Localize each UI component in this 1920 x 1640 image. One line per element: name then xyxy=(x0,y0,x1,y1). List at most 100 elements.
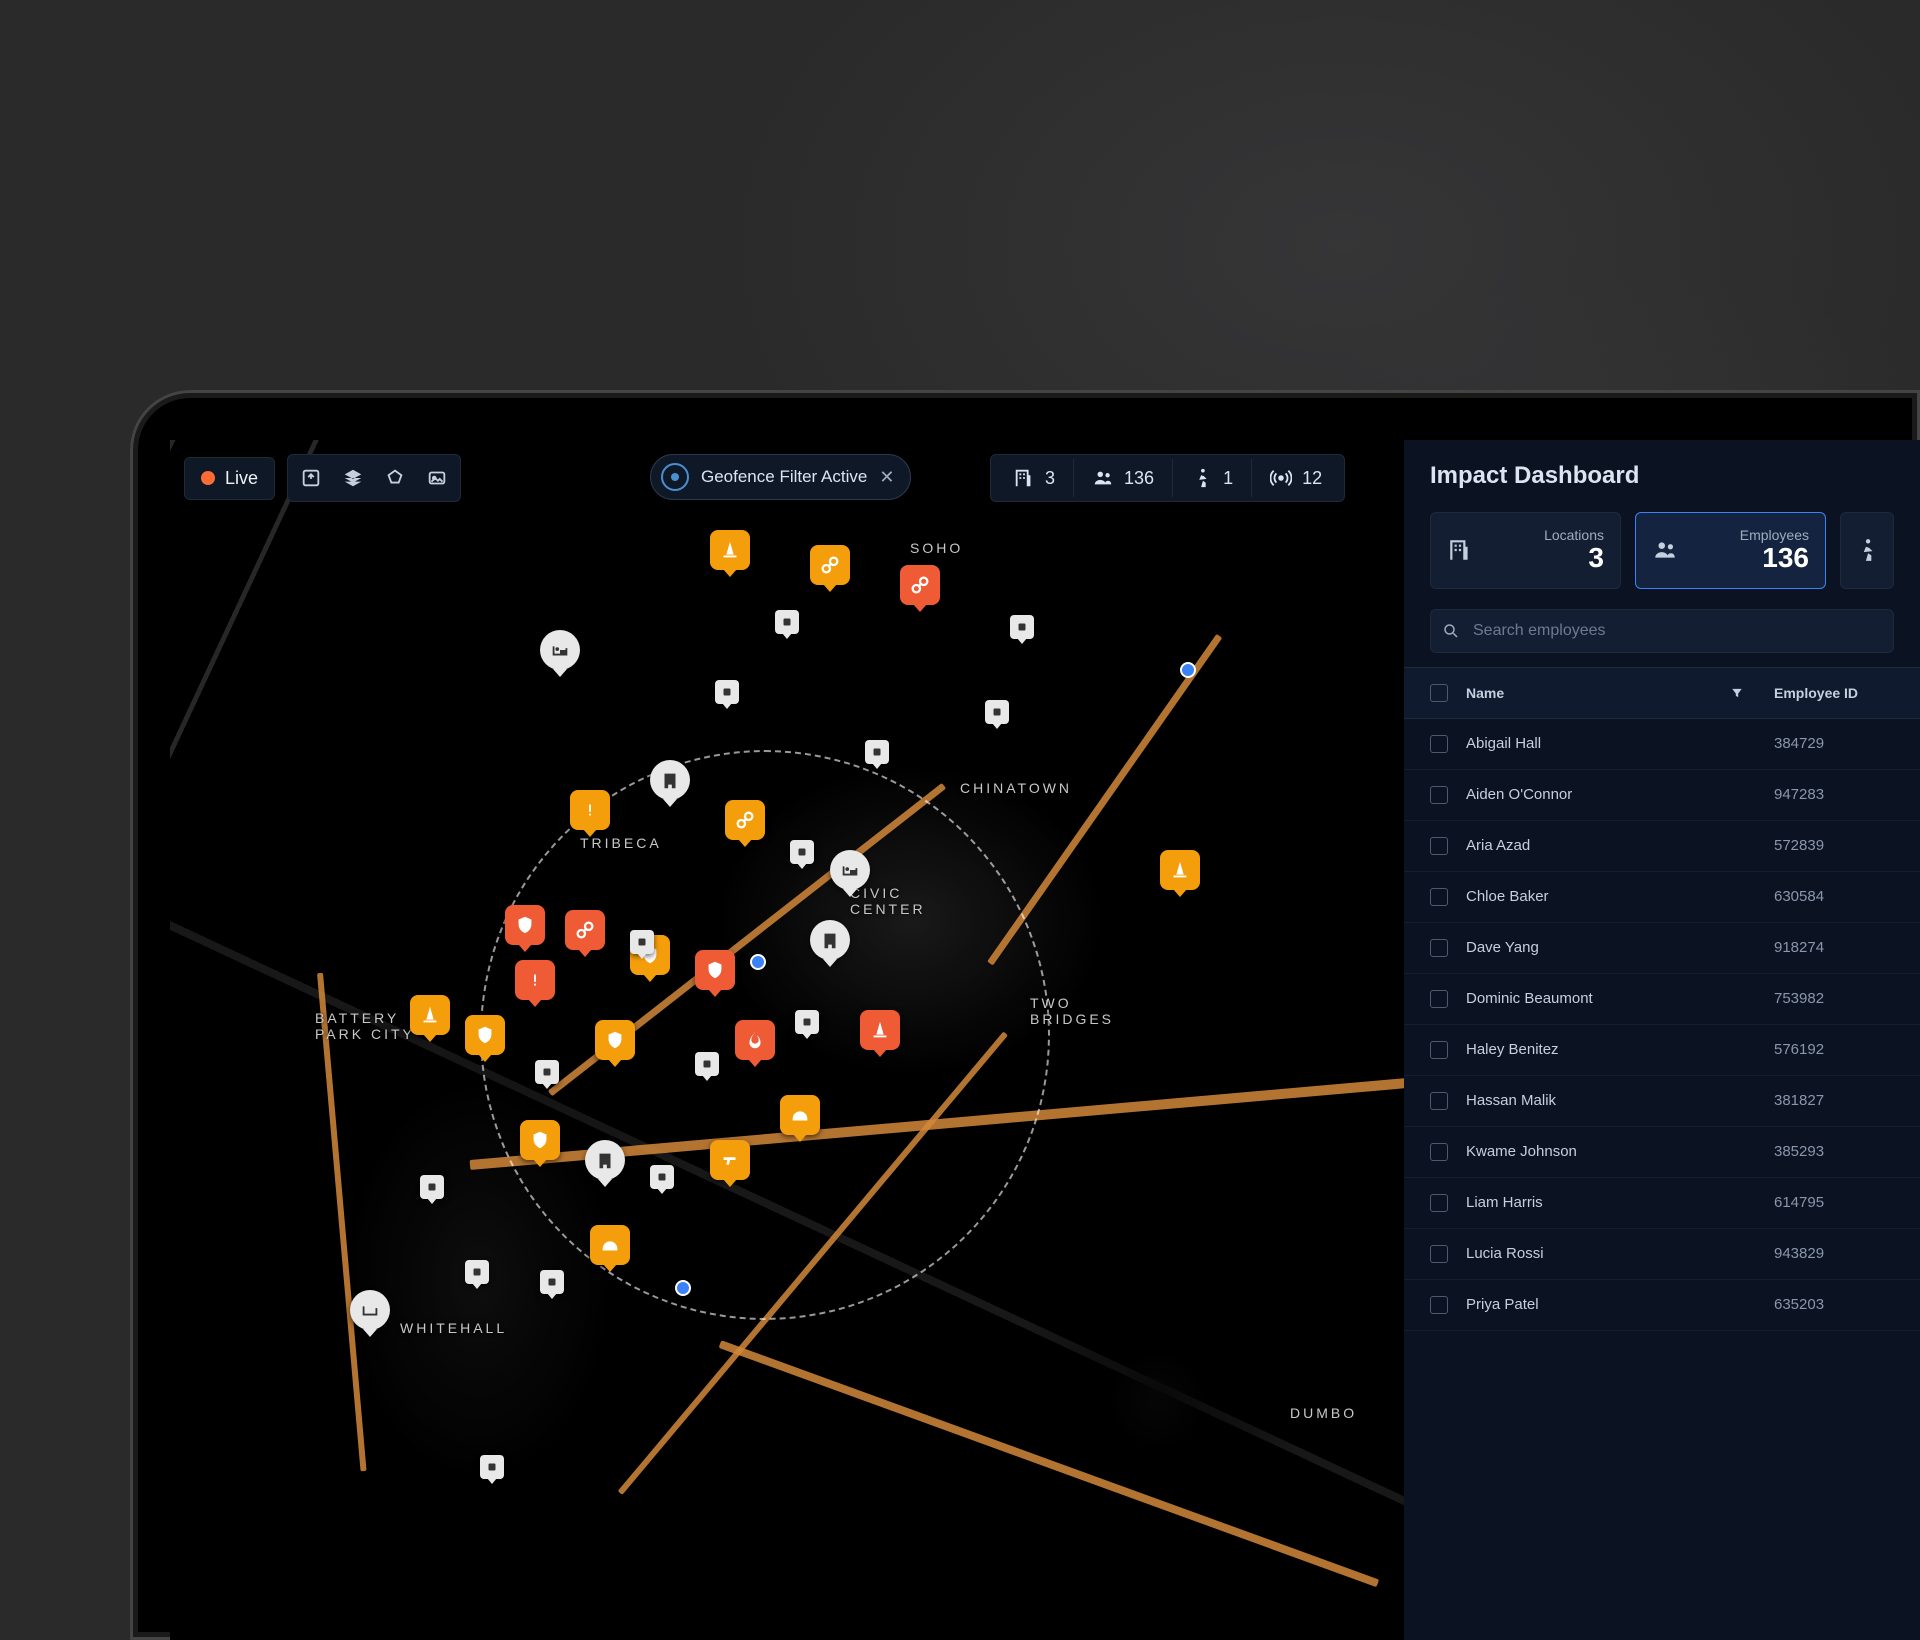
map-pin-transit-icon[interactable] xyxy=(650,1165,674,1189)
table-row[interactable]: Abigail Hall384729 xyxy=(1404,719,1920,770)
stat-travelers[interactable]: 1 xyxy=(1172,459,1251,497)
card-travelers[interactable] xyxy=(1840,512,1894,589)
map-dot-person[interactable] xyxy=(750,954,766,970)
map-pin-cone-icon[interactable] xyxy=(860,1010,900,1050)
map-pin-hardhat-icon[interactable] xyxy=(590,1225,630,1265)
search-employees-input[interactable] xyxy=(1430,609,1894,653)
geofence-filter-chip[interactable]: Geofence Filter Active ✕ xyxy=(650,454,911,500)
map-pin-transit-icon[interactable] xyxy=(775,610,799,634)
map-pin-transit-icon[interactable] xyxy=(790,840,814,864)
summary-cards: Locations 3 Employees 136 xyxy=(1404,512,1920,609)
table-row[interactable]: Hassan Malik381827 xyxy=(1404,1076,1920,1127)
map-pin-transit-icon[interactable] xyxy=(465,1260,489,1284)
card-locations[interactable]: Locations 3 xyxy=(1430,512,1621,589)
table-row[interactable]: Aiden O'Connor947283 xyxy=(1404,770,1920,821)
map-pin-shield-icon[interactable] xyxy=(595,1020,635,1060)
row-checkbox[interactable] xyxy=(1430,1296,1448,1314)
table-row[interactable]: Chloe Baker630584 xyxy=(1404,872,1920,923)
card-employees[interactable]: Employees 136 xyxy=(1635,512,1826,589)
map-pin-gun-icon[interactable] xyxy=(710,1140,750,1180)
row-checkbox[interactable] xyxy=(1430,1194,1448,1212)
map-pin-building-icon[interactable] xyxy=(810,920,850,960)
map-label-whitehall: WHITEHALL xyxy=(400,1320,507,1336)
table-row[interactable]: Priya Patel635203 xyxy=(1404,1280,1920,1331)
map-pin-hotel-icon[interactable] xyxy=(540,630,580,670)
map-pin-cone-icon[interactable] xyxy=(410,995,450,1035)
map-pin-link-icon[interactable] xyxy=(810,545,850,585)
map-pin-transit-icon[interactable] xyxy=(865,740,889,764)
table-row[interactable]: Dominic Beaumont753982 xyxy=(1404,974,1920,1025)
map-pin-transit-icon[interactable] xyxy=(630,930,654,954)
map-dot-person[interactable] xyxy=(675,1280,691,1296)
table-row[interactable]: Dave Yang918274 xyxy=(1404,923,1920,974)
map-pin-hotel-icon[interactable] xyxy=(350,1290,390,1330)
map-pin-transit-icon[interactable] xyxy=(480,1455,504,1479)
employee-name: Liam Harris xyxy=(1466,1194,1756,1211)
map-label-soho: SOHO xyxy=(910,540,963,556)
map-pin-transit-icon[interactable] xyxy=(985,700,1009,724)
map-pin-link-icon[interactable] xyxy=(565,910,605,950)
map-pin-transit-icon[interactable] xyxy=(540,1270,564,1294)
draw-shape-button[interactable] xyxy=(376,459,414,497)
table-row[interactable]: Lucia Rossi943829 xyxy=(1404,1229,1920,1280)
filter-icon[interactable] xyxy=(1730,686,1744,700)
row-checkbox[interactable] xyxy=(1430,735,1448,753)
employee-table-header: Name Employee ID xyxy=(1404,667,1920,719)
table-row[interactable]: Kwame Johnson385293 xyxy=(1404,1127,1920,1178)
close-icon[interactable]: ✕ xyxy=(879,467,894,488)
employee-table-body[interactable]: Abigail Hall384729Aiden O'Connor947283Ar… xyxy=(1404,719,1920,1640)
table-row[interactable]: Liam Harris614795 xyxy=(1404,1178,1920,1229)
card-locations-count: 3 xyxy=(1588,543,1604,574)
row-checkbox[interactable] xyxy=(1430,1092,1448,1110)
map-pin-shield-icon[interactable] xyxy=(505,905,545,945)
row-checkbox[interactable] xyxy=(1430,786,1448,804)
map-pin-transit-icon[interactable] xyxy=(1010,615,1034,639)
map-pin-fire-icon[interactable] xyxy=(735,1020,775,1060)
column-name-label[interactable]: Name xyxy=(1466,685,1504,701)
column-id-label[interactable]: Employee ID xyxy=(1774,685,1894,701)
satellite-button[interactable] xyxy=(418,459,456,497)
row-checkbox[interactable] xyxy=(1430,1041,1448,1059)
stat-locations[interactable]: 3 xyxy=(995,459,1073,497)
map-pin-building-icon[interactable] xyxy=(585,1140,625,1180)
layers-button[interactable] xyxy=(334,459,372,497)
geofence-label: Geofence Filter Active xyxy=(701,467,867,487)
employee-name: Priya Patel xyxy=(1466,1296,1756,1313)
map-pin-cone-icon[interactable] xyxy=(710,530,750,570)
employee-id: 576192 xyxy=(1774,1041,1894,1058)
stat-signals[interactable]: 12 xyxy=(1251,459,1340,497)
map-pin-transit-icon[interactable] xyxy=(715,680,739,704)
row-checkbox[interactable] xyxy=(1430,1245,1448,1263)
map-pin-cone-icon[interactable] xyxy=(1160,850,1200,890)
stat-employees[interactable]: 136 xyxy=(1073,459,1172,497)
map-pin-transit-icon[interactable] xyxy=(695,1052,719,1076)
map-pin-building-icon[interactable] xyxy=(650,760,690,800)
map-pin-hotel-icon[interactable] xyxy=(830,850,870,890)
row-checkbox[interactable] xyxy=(1430,888,1448,906)
map-pin-link-icon[interactable] xyxy=(900,565,940,605)
map-dot-person[interactable] xyxy=(1180,662,1196,678)
live-status-chip[interactable]: Live xyxy=(184,457,275,500)
row-checkbox[interactable] xyxy=(1430,837,1448,855)
employee-id: 918274 xyxy=(1774,939,1894,956)
map-area[interactable]: TRIBECA CHINATOWN SOHO BATTERY PARK CITY… xyxy=(170,440,1404,1640)
map-pin-link-icon[interactable] xyxy=(725,800,765,840)
map-pin-shield-icon[interactable] xyxy=(695,950,735,990)
map-pin-warning-icon[interactable] xyxy=(570,790,610,830)
row-checkbox[interactable] xyxy=(1430,990,1448,1008)
employee-name: Chloe Baker xyxy=(1466,888,1756,905)
map-pin-shield-icon[interactable] xyxy=(465,1015,505,1055)
map-pin-transit-icon[interactable] xyxy=(535,1060,559,1084)
map-pin-transit-icon[interactable] xyxy=(795,1010,819,1034)
row-checkbox[interactable] xyxy=(1430,939,1448,957)
map-pin-hardhat-icon[interactable] xyxy=(780,1095,820,1135)
target-icon xyxy=(661,463,689,491)
map-pin-warning-icon[interactable] xyxy=(515,960,555,1000)
map-pin-shield-icon[interactable] xyxy=(520,1120,560,1160)
select-all-checkbox[interactable] xyxy=(1430,684,1448,702)
row-checkbox[interactable] xyxy=(1430,1143,1448,1161)
export-button[interactable] xyxy=(292,459,330,497)
table-row[interactable]: Aria Azad572839 xyxy=(1404,821,1920,872)
table-row[interactable]: Haley Benitez576192 xyxy=(1404,1025,1920,1076)
map-pin-transit-icon[interactable] xyxy=(420,1175,444,1199)
